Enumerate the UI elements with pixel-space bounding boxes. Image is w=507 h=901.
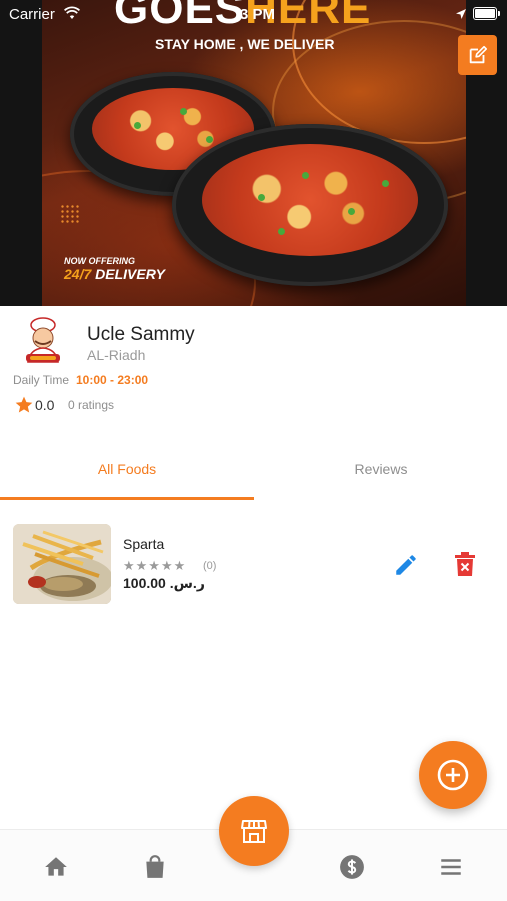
restaurant-city: AL-Riadh <box>87 347 146 363</box>
daily-time-label: Daily Time <box>13 373 70 387</box>
edit-square-icon <box>469 45 487 64</box>
daily-time-value: 10:00 - 23:00 <box>76 373 149 387</box>
food-price: 100.00 .ر.س <box>123 575 205 591</box>
plus-circle-icon <box>437 759 469 791</box>
food-name: Sparta <box>123 536 165 552</box>
food-rating-stars: ★★★★★ <box>123 558 187 573</box>
edit-pencil-icon[interactable] <box>393 552 419 578</box>
bowl-front <box>172 124 448 286</box>
cover-banner: GOESHERE STAY HOME , WE DELIVER NOW OFFE… <box>0 0 507 306</box>
status-time: 3 PM <box>240 6 276 23</box>
dollar-icon[interactable] <box>339 854 365 880</box>
food-review-count: (0) <box>203 560 217 572</box>
restaurant-logo <box>19 317 67 366</box>
banner-tagline: STAY HOME , WE DELIVER <box>155 36 335 52</box>
star-icon <box>15 396 33 413</box>
edit-cover-button[interactable] <box>458 35 497 75</box>
tab-all-foods[interactable]: All Foods <box>0 461 254 477</box>
restaurant-name: Ucle Sammy <box>87 324 195 345</box>
banner-image: GOESHERE STAY HOME , WE DELIVER NOW OFFE… <box>42 0 466 306</box>
location-arrow-icon <box>456 9 466 19</box>
rating-value: 0.0 <box>35 397 55 413</box>
offer-text: 24/7 DELIVERY <box>64 266 165 282</box>
status-bar: Carrier 3 PM <box>0 0 507 28</box>
store-icon <box>241 820 267 843</box>
wifi-icon <box>64 6 80 19</box>
food-image[interactable] <box>13 524 111 604</box>
home-icon[interactable] <box>43 854 69 880</box>
carrier-label: Carrier <box>9 6 55 23</box>
ratings-count: 0 ratings <box>68 398 115 412</box>
add-food-button[interactable] <box>419 741 487 809</box>
offer-small-text: NOW OFFERING <box>64 256 135 266</box>
delete-trash-icon[interactable] <box>454 551 476 577</box>
store-button[interactable] <box>219 796 289 866</box>
shopping-bag-icon[interactable] <box>142 854 168 880</box>
battery-icon <box>473 7 497 20</box>
dot-grid-decoration <box>60 204 80 224</box>
tab-reviews[interactable]: Reviews <box>254 461 507 477</box>
battery-tip <box>498 11 500 16</box>
tab-indicator <box>0 497 254 500</box>
menu-icon[interactable] <box>438 854 464 880</box>
